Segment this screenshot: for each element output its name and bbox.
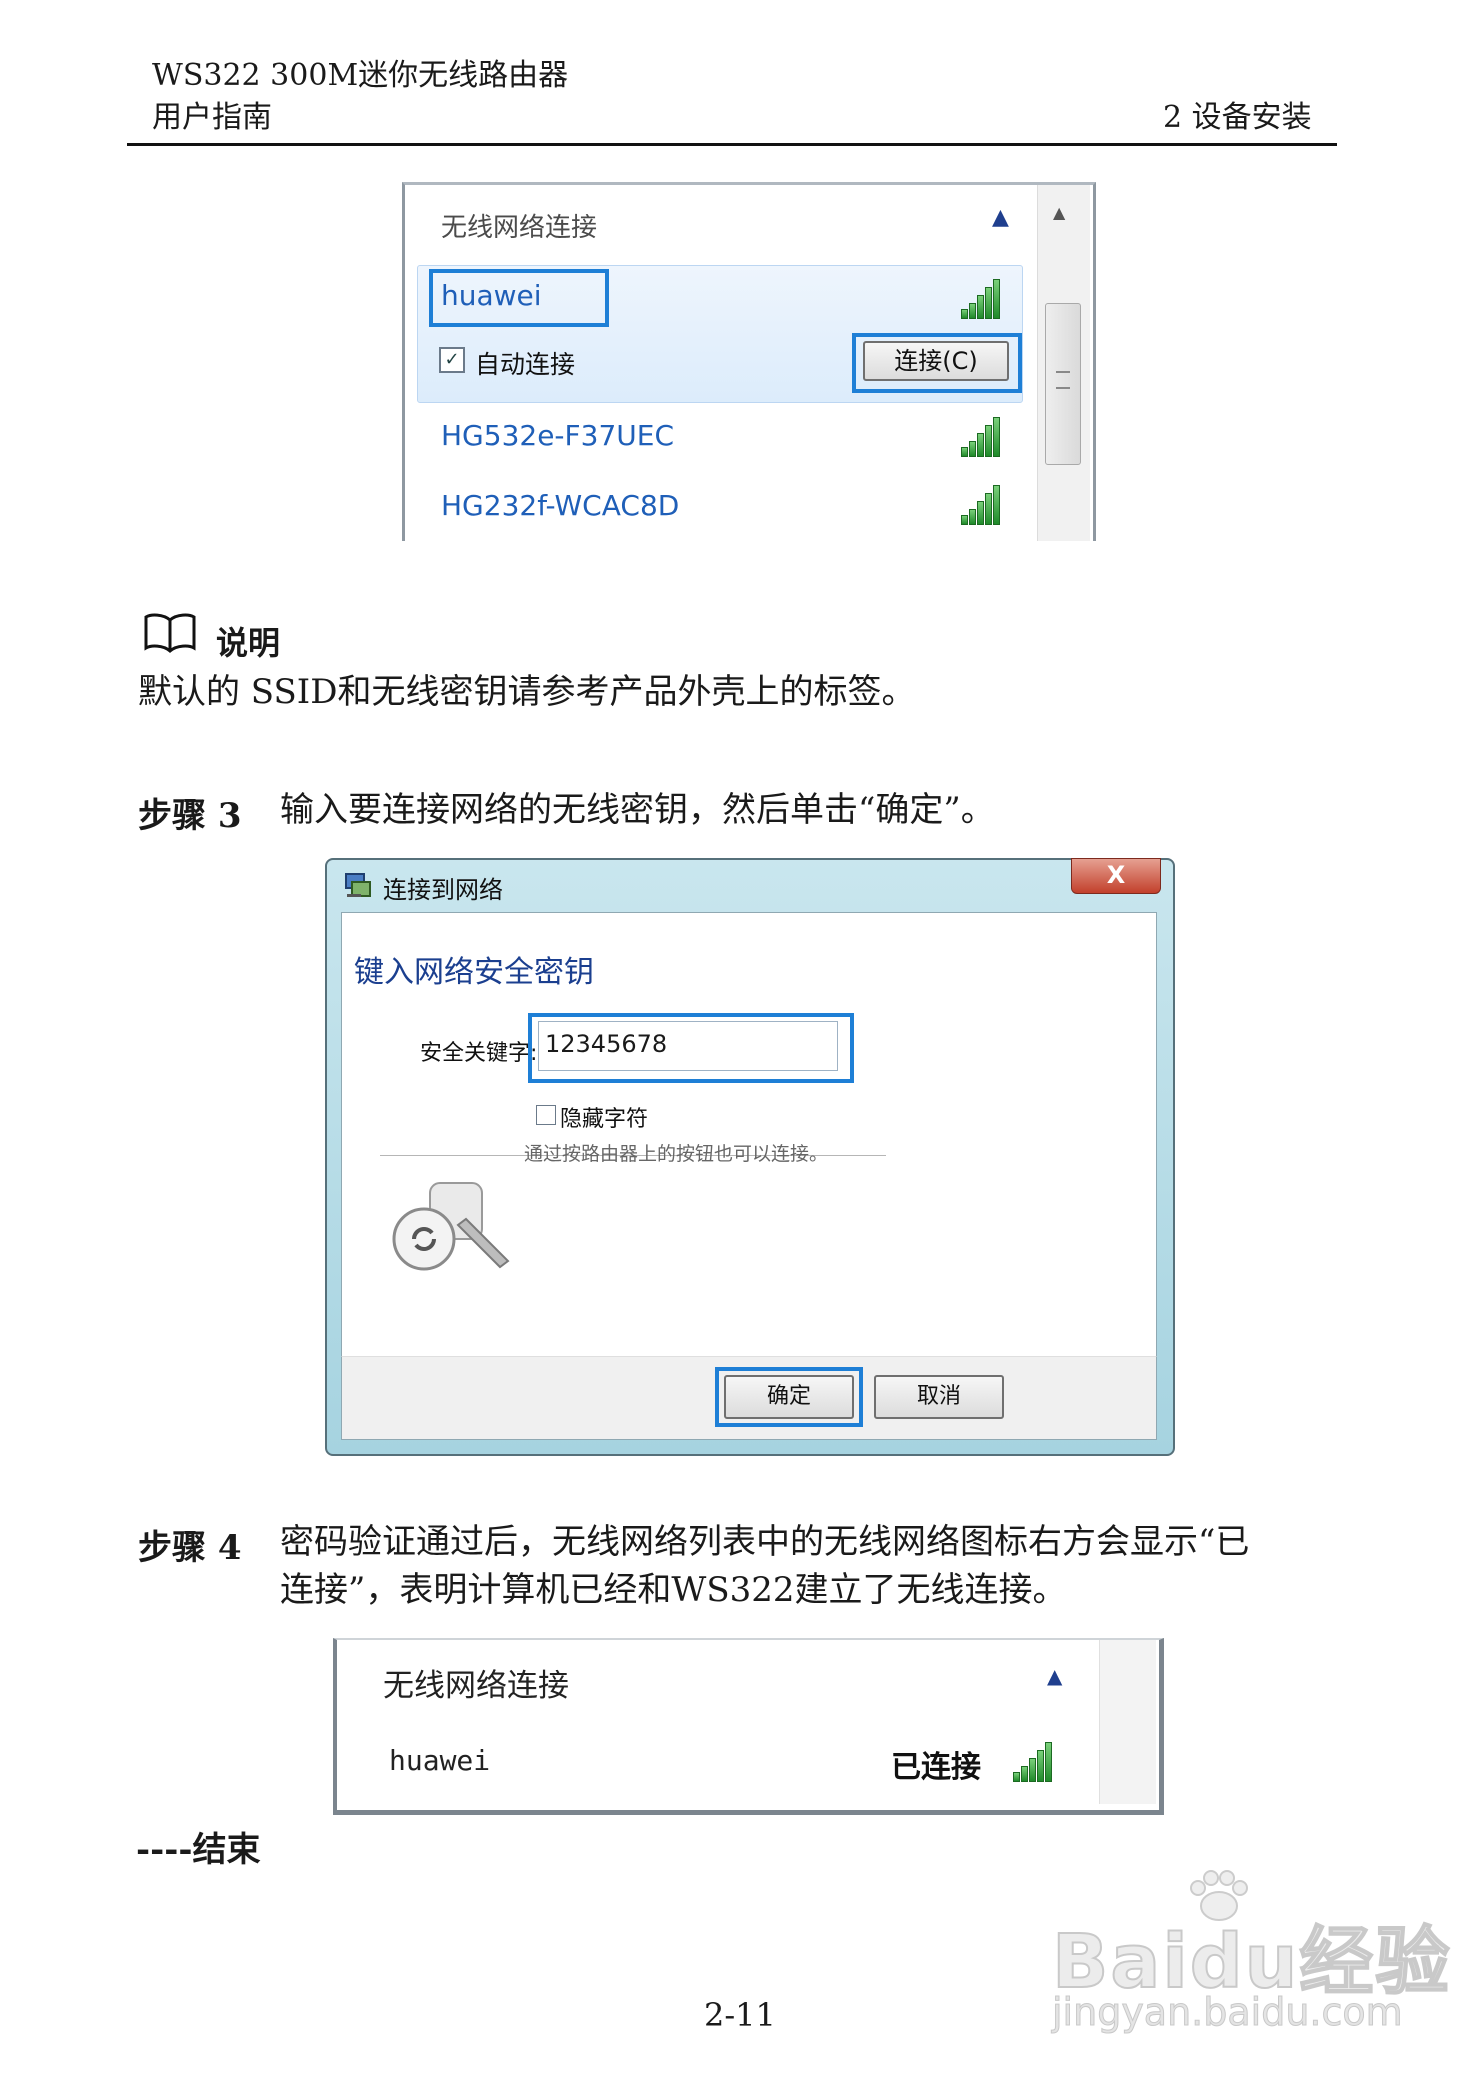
cancel-button[interactable]: 取消 bbox=[874, 1375, 1004, 1419]
network-icon bbox=[345, 873, 371, 897]
dialog-heading: 键入网络安全密钥 bbox=[354, 955, 594, 990]
wps-button-icon bbox=[392, 1182, 510, 1271]
dialog-title: 连接到网络 bbox=[383, 876, 503, 904]
auto-connect-checkbox[interactable]: ✓ bbox=[439, 347, 465, 373]
wireless-list-title: 无线网络连接 bbox=[441, 213, 598, 243]
connect-dialog: 连接到网络 X 键入网络安全密钥 安全关键字: 12345678 隐藏字符 通过… bbox=[325, 858, 1175, 1456]
connected-list-screenshot: 无线网络连接 ▲ huawei 已连接 bbox=[333, 1638, 1164, 1815]
hide-characters-checkbox[interactable] bbox=[536, 1105, 556, 1125]
signal-strength-icon bbox=[961, 275, 1009, 319]
signal-strength-icon bbox=[961, 413, 1009, 457]
connected-status: 已连接 bbox=[891, 1750, 981, 1785]
doc-product-title: WS322 300M迷你无线路由器 bbox=[152, 58, 569, 93]
collapse-chevron-icon[interactable]: ▲ bbox=[992, 205, 1009, 230]
security-key-input[interactable]: 12345678 bbox=[538, 1021, 838, 1071]
network-ssid[interactable]: HG532e-F37UEC bbox=[441, 419, 674, 452]
auto-connect-label: 自动连接 bbox=[475, 350, 576, 379]
security-key-label: 安全关键字: bbox=[420, 1041, 538, 1066]
signal-strength-icon bbox=[961, 481, 1009, 525]
step-3-label: 步骤 3 bbox=[138, 796, 242, 836]
collapse-chevron-icon[interactable]: ▲ bbox=[1047, 1664, 1062, 1688]
step-4-text-line1: 密码验证通过后，无线网络列表中的无线网络图标右方会显示“已 bbox=[280, 1522, 1250, 1562]
connected-ssid[interactable]: huawei bbox=[389, 1744, 490, 1777]
connected-list-title: 无线网络连接 bbox=[383, 1668, 569, 1704]
header-rule bbox=[127, 143, 1337, 146]
watermark-url: jingyan.baidu.com bbox=[1052, 1990, 1404, 2035]
close-icon[interactable]: X bbox=[1071, 858, 1161, 894]
signal-strength-icon bbox=[1013, 1738, 1061, 1782]
step-4-label: 步骤 4 bbox=[138, 1528, 242, 1568]
baidu-paw-icon bbox=[1190, 1870, 1248, 1921]
wireless-list-screenshot: 无线网络连接 ▲ huawei ✓ 自动连接 连接(C) HG532e-F37U… bbox=[402, 182, 1096, 541]
dialog-footer: 确定 取消 bbox=[341, 1356, 1157, 1440]
scrollbar-track[interactable] bbox=[1099, 1640, 1156, 1804]
wps-hint-text: 通过按路由器上的按钮也可以连接。 bbox=[524, 1143, 829, 1165]
book-icon bbox=[144, 613, 196, 653]
chapter-title: 2 设备安装 bbox=[1163, 100, 1312, 135]
network-ssid[interactable]: huawei bbox=[441, 279, 542, 312]
note-text: 默认的 SSID和无线密钥请参考产品外壳上的标签。 bbox=[138, 672, 916, 712]
network-ssid[interactable]: HG232f-WCAC8D bbox=[441, 489, 679, 522]
step-4-text-line2: 连接”，表明计算机已经和WS322建立了无线连接。 bbox=[280, 1570, 1067, 1610]
doc-type: 用户指南 bbox=[152, 100, 272, 135]
note-title: 说明 bbox=[216, 624, 281, 662]
hide-characters-label: 隐藏字符 bbox=[560, 1107, 649, 1132]
page-number: 2-11 bbox=[704, 1996, 776, 2034]
dialog-body: 键入网络安全密钥 安全关键字: 12345678 隐藏字符 通过按路由器上的按钮… bbox=[341, 912, 1157, 1358]
end-marker: ----结束 bbox=[136, 1830, 261, 1870]
scrollbar-grip-icon bbox=[1056, 371, 1070, 389]
connect-button[interactable]: 连接(C) bbox=[863, 341, 1009, 381]
step-3-text: 输入要连接网络的无线密钥，然后单击“确定”。 bbox=[280, 790, 995, 830]
scroll-up-arrow-icon[interactable]: ▲ bbox=[1053, 203, 1065, 222]
ok-button[interactable]: 确定 bbox=[724, 1375, 854, 1419]
